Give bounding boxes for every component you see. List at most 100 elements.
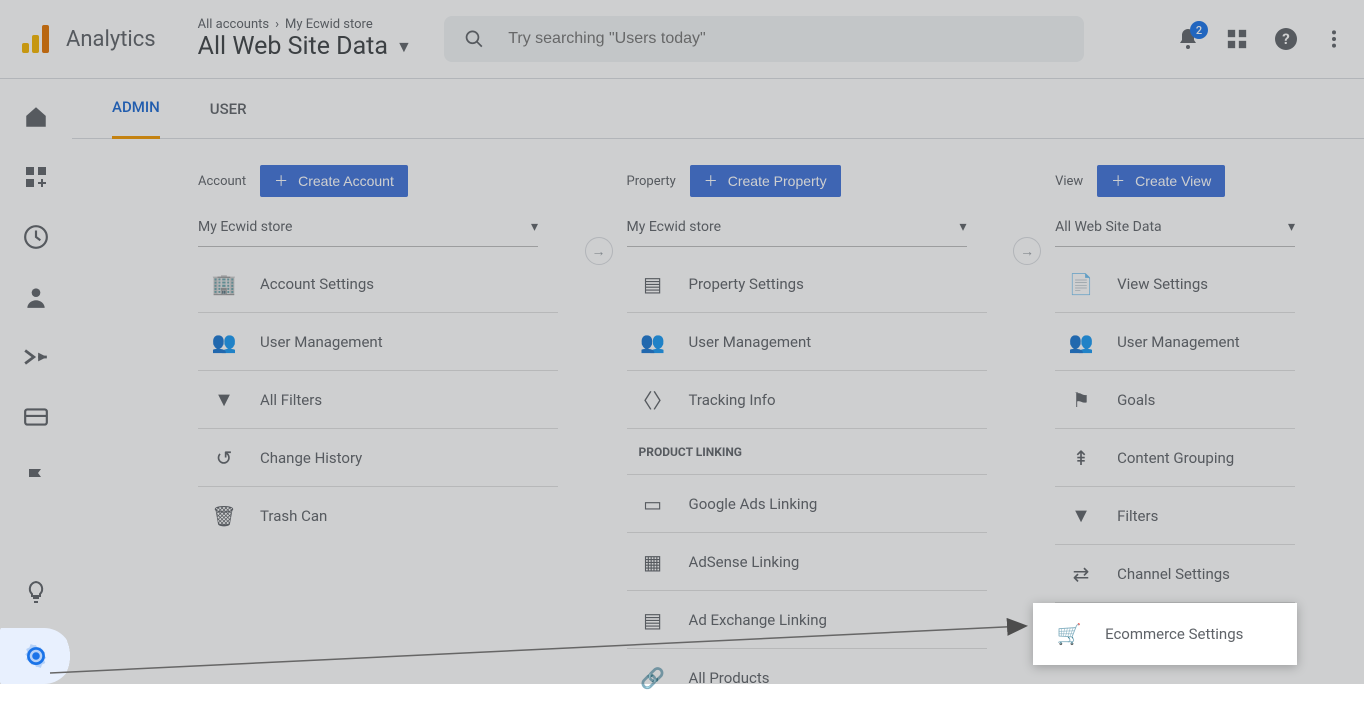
view-selector[interactable]: All Web Site Data ▾ bbox=[1055, 207, 1295, 247]
analytics-logo-icon bbox=[18, 21, 54, 57]
nav-conversions[interactable] bbox=[12, 453, 60, 501]
ad-exchange-linking-item[interactable]: ▤ Ad Exchange Linking bbox=[627, 591, 987, 649]
nav-admin[interactable] bbox=[0, 628, 72, 684]
notifications-button[interactable]: 2 bbox=[1176, 27, 1200, 51]
item-label: Goals bbox=[1117, 391, 1155, 409]
flag-icon: ⚑ bbox=[1067, 388, 1095, 412]
search-box[interactable] bbox=[444, 16, 1084, 62]
filter-icon: ▼ bbox=[1067, 503, 1095, 528]
logo-text: Analytics bbox=[66, 27, 156, 52]
nav-realtime[interactable] bbox=[12, 213, 60, 261]
item-label: User Management bbox=[260, 333, 383, 351]
help-button[interactable]: ? bbox=[1274, 27, 1298, 51]
item-label: User Management bbox=[1117, 333, 1240, 351]
grid-icon: ▦ bbox=[639, 550, 667, 574]
tracking-info-item[interactable]: 〈〉 Tracking Info bbox=[627, 371, 987, 429]
people-icon: 👥 bbox=[639, 330, 667, 354]
dashboard-plus-icon bbox=[24, 165, 48, 189]
nav-home[interactable] bbox=[12, 93, 60, 141]
property-user-management-item[interactable]: 👥 User Management bbox=[627, 313, 987, 371]
link-icon: 🔗 bbox=[639, 666, 667, 690]
item-label: Ad Exchange Linking bbox=[689, 611, 827, 629]
move-account-button[interactable]: → bbox=[585, 237, 613, 265]
cart-icon: 🛒 bbox=[1055, 622, 1083, 646]
item-label: Account Settings bbox=[260, 275, 374, 293]
breadcrumb-lvl1: All accounts bbox=[198, 17, 269, 32]
notification-count-badge: 2 bbox=[1190, 21, 1208, 39]
title-block[interactable]: All accounts › My Ecwid store All Web Si… bbox=[198, 17, 412, 61]
trash-can-item[interactable]: 🗑 Trash Can bbox=[198, 487, 558, 545]
item-label: Trash Can bbox=[260, 507, 327, 525]
nav-customization[interactable] bbox=[12, 153, 60, 201]
kebab-icon bbox=[1324, 29, 1344, 49]
plus-icon: ＋ bbox=[274, 171, 288, 191]
view-settings-item[interactable]: 📄 View Settings bbox=[1055, 255, 1295, 313]
item-label: Channel Settings bbox=[1117, 565, 1230, 583]
all-filters-item[interactable]: ▼ All Filters bbox=[198, 371, 558, 429]
admin-content: ADMIN USER Account ＋ Create Account My E… bbox=[72, 79, 1364, 684]
create-account-label: Create Account bbox=[298, 173, 394, 189]
channel-settings-item[interactable]: ⇄ Channel Settings bbox=[1055, 545, 1295, 603]
property-selector[interactable]: My Ecwid store ▾ bbox=[627, 207, 967, 247]
item-label: Change History bbox=[260, 449, 362, 467]
tab-user[interactable]: USER bbox=[210, 79, 247, 139]
item-label: Tracking Info bbox=[689, 391, 776, 409]
flag-icon bbox=[24, 465, 48, 489]
column-view: View ＋ Create View All Web Site Data ▾ 📄… bbox=[1055, 165, 1364, 707]
clock-icon bbox=[23, 224, 49, 250]
panel-icon: ▤ bbox=[639, 272, 667, 296]
account-settings-item[interactable]: 🏢 Account Settings bbox=[198, 255, 558, 313]
nav-discover[interactable] bbox=[12, 568, 60, 616]
account-user-management-item[interactable]: 👥 User Management bbox=[198, 313, 558, 371]
product-linking-header: PRODUCT LINKING bbox=[627, 429, 987, 475]
create-view-button[interactable]: ＋ Create View bbox=[1097, 165, 1225, 197]
people-icon: 👥 bbox=[1067, 330, 1095, 354]
nav-audience[interactable] bbox=[12, 273, 60, 321]
view-selector-value: All Web Site Data bbox=[1055, 219, 1162, 235]
view-user-management-item[interactable]: 👥 User Management bbox=[1055, 313, 1295, 371]
people-icon: 👥 bbox=[210, 330, 238, 354]
filters-item[interactable]: ▼ Filters bbox=[1055, 487, 1295, 545]
content-grouping-item[interactable]: ⇞ Content Grouping bbox=[1055, 429, 1295, 487]
create-account-button[interactable]: ＋ Create Account bbox=[260, 165, 408, 197]
property-settings-item[interactable]: ▤ Property Settings bbox=[627, 255, 987, 313]
left-nav bbox=[0, 79, 72, 684]
search-input[interactable] bbox=[508, 30, 1064, 48]
create-property-button[interactable]: ＋ Create Property bbox=[690, 165, 841, 197]
building-icon: 🏢 bbox=[210, 272, 238, 296]
create-view-label: Create View bbox=[1135, 173, 1211, 189]
account-label: Account bbox=[198, 174, 246, 189]
change-history-item[interactable]: ↺ Change History bbox=[198, 429, 558, 487]
all-products-item[interactable]: 🔗 All Products bbox=[627, 649, 987, 707]
adsense-linking-item[interactable]: ▦ AdSense Linking bbox=[627, 533, 987, 591]
svg-text:?: ? bbox=[1282, 30, 1289, 48]
apps-button[interactable] bbox=[1226, 28, 1248, 50]
history-icon: ↺ bbox=[210, 446, 238, 470]
column-account: Account ＋ Create Account My Ecwid store … bbox=[198, 165, 627, 707]
caret-down-icon[interactable]: ▼ bbox=[396, 37, 412, 57]
person-icon bbox=[23, 284, 49, 310]
admin-tabs: ADMIN USER bbox=[72, 79, 1364, 139]
item-label: User Management bbox=[689, 333, 812, 351]
goals-item[interactable]: ⚑ Goals bbox=[1055, 371, 1295, 429]
account-selector[interactable]: My Ecwid store ▾ bbox=[198, 207, 538, 247]
google-ads-linking-item[interactable]: ▭ Google Ads Linking bbox=[627, 475, 987, 533]
chevron-right-icon: › bbox=[275, 17, 279, 32]
plus-icon: ＋ bbox=[1111, 171, 1125, 191]
panel-icon: ▤ bbox=[639, 608, 667, 632]
item-label: All Products bbox=[689, 669, 770, 687]
overflow-menu-button[interactable] bbox=[1324, 29, 1344, 49]
tab-admin[interactable]: ADMIN bbox=[112, 79, 160, 139]
ecommerce-settings-item[interactable]: 🛒 Ecommerce Settings bbox=[1033, 603, 1297, 665]
plus-icon: ＋ bbox=[704, 171, 718, 191]
item-label: All Filters bbox=[260, 391, 322, 409]
create-property-label: Create Property bbox=[728, 173, 827, 189]
nav-acquisition[interactable] bbox=[12, 333, 60, 381]
move-property-button[interactable]: → bbox=[1013, 237, 1041, 265]
breadcrumb: All accounts › My Ecwid store bbox=[198, 17, 412, 32]
trash-icon: 🗑 bbox=[210, 504, 238, 528]
nav-behavior[interactable] bbox=[12, 393, 60, 441]
logo[interactable]: Analytics bbox=[18, 21, 156, 57]
item-label: Filters bbox=[1117, 507, 1158, 525]
column-property: Property ＋ Create Property My Ecwid stor… bbox=[627, 165, 1056, 707]
